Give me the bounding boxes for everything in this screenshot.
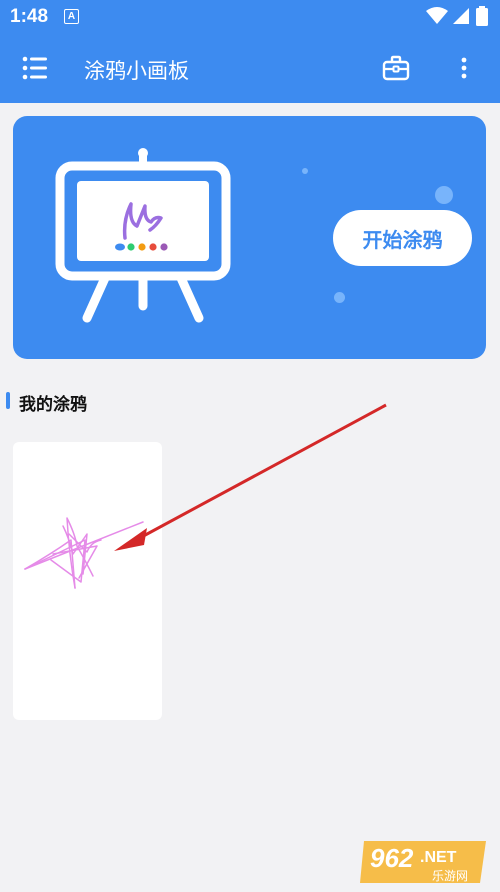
palette-dot: [138, 243, 146, 251]
palette-dot: [160, 243, 168, 251]
battery-icon: [476, 6, 488, 26]
more-vertical-icon[interactable]: [456, 56, 472, 80]
status-time: 1:48: [10, 6, 49, 27]
section-accent-bar: [6, 392, 10, 409]
watermark-brand: 962: [370, 843, 414, 873]
section-title: 我的涂鸦: [19, 395, 87, 414]
decor-bubble: [302, 168, 308, 174]
start-doodle-button[interactable]: 开始涂鸦: [333, 210, 472, 266]
palette-dot: [149, 243, 157, 251]
drawing-thumbnail: [24, 517, 144, 589]
notification-a-icon: A: [64, 9, 79, 24]
briefcase-icon[interactable]: [382, 55, 410, 81]
wifi-icon: [426, 7, 448, 24]
watermark-logo: 962 .NET 乐游网: [360, 837, 492, 892]
decor-bubble: [334, 292, 345, 303]
drawing-card[interactable]: [13, 442, 162, 720]
app-title: 涂鸦小画板: [84, 60, 189, 83]
decor-bubble: [435, 186, 453, 204]
hamburger-menu-icon[interactable]: [22, 56, 48, 80]
easel-icon: [55, 148, 231, 323]
app-bar: 1:48 A 涂鸦小画板: [0, 0, 500, 103]
watermark-subtitle: 乐游网: [432, 869, 468, 883]
cell-signal-icon: [453, 8, 469, 24]
palette-dot: [115, 243, 125, 251]
palette-dot: [127, 243, 135, 251]
start-doodle-banner: 开始涂鸦: [13, 116, 486, 359]
watermark-suffix: .NET: [420, 849, 457, 866]
